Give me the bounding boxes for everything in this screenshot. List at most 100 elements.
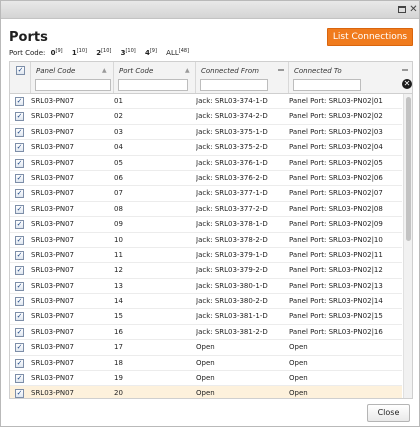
cell-panel-code: SRL03-PN07 [31,250,75,259]
table-row[interactable]: ✓ SRL03-PN07 19 Open Open [10,371,402,387]
port-code-link-2[interactable]: 2[10] [96,48,111,57]
select-all-checkbox[interactable]: ✓ [16,66,25,75]
ports-dialog: ✕ Ports List Connections Port Code: 0[9]… [0,0,420,427]
list-connections-button[interactable]: List Connections [327,28,413,46]
row-checkbox[interactable]: ✓ [15,250,24,260]
port-code-link-4[interactable]: 4[9] [145,48,157,57]
table-row[interactable]: ✓ SRL03-PN07 05 Jack: SRL03-376-1-D Panel Po… [10,156,402,171]
cell-connected-to: Panel Port: SRL03-PN02|01 [289,97,383,105]
port-code-filter-input[interactable] [118,79,188,91]
cell-panel-code: SRL03-PN07 [31,143,75,152]
vertical-scrollbar[interactable] [403,94,412,398]
row-checkbox[interactable]: ✓ [15,220,24,230]
cell-port-code: 08 [114,204,123,213]
row-checkbox[interactable]: ✓ [15,235,24,245]
table-row[interactable]: ✓ SRL03-PN07 04 Jack: SRL03-375-2-D Panel Po… [10,140,402,156]
row-checkbox[interactable]: ✓ [15,112,24,122]
row-checkbox[interactable]: ✓ [15,266,24,276]
cell-port-code: 01 [114,97,123,105]
cell-port-code: 02 [114,112,123,121]
cell-port-code: 19 [114,374,123,383]
check-icon: ✓ [15,327,24,337]
clear-filter-icon[interactable]: ✕ [402,79,412,89]
cell-port-code: 07 [114,189,123,198]
row-checkbox[interactable]: ✓ [15,143,24,153]
cell-panel-code: SRL03-PN07 [31,189,75,198]
column-menu-icon[interactable] [402,69,408,71]
dialog-titlebar[interactable]: ✕ [1,1,419,19]
row-checkbox[interactable]: ✓ [15,281,24,291]
header-connected-from[interactable]: Connected From [196,62,289,93]
table-row[interactable]: ✓ SRL03-PN07 13 Jack: SRL03-380-1-D Panel Po… [10,279,402,295]
column-menu-icon[interactable] [278,69,284,71]
check-icon: ✓ [15,127,24,137]
check-icon: ✓ [15,143,24,153]
table-row[interactable]: ✓ SRL03-PN07 15 Jack: SRL03-381-1-D Panel Po… [10,309,402,325]
cell-connected-from: Open [196,358,215,367]
table-row[interactable]: ✓ SRL03-PN07 02 Jack: SRL03-374-2-D Panel Po… [10,109,402,125]
row-checkbox[interactable]: ✓ [15,204,24,214]
cell-panel-code: SRL03-PN07 [31,97,75,105]
cell-connected-to: Open [289,358,308,367]
table-row[interactable]: ✓ SRL03-PN07 11 Jack: SRL03-379-1-D Panel Po… [10,248,402,264]
table-row[interactable]: ✓ SRL03-PN07 20 Open Open [10,386,402,398]
row-checkbox[interactable]: ✓ [15,97,24,106]
grid-body: ✓ SRL03-PN07 01 Jack: SRL03-374-1-D Panel Po… [10,94,402,398]
table-row[interactable]: ✓ SRL03-PN07 14 Jack: SRL03-380-2-D Panel Po… [10,294,402,310]
cell-panel-code: SRL03-PN07 [31,312,75,321]
row-checkbox[interactable]: ✓ [15,297,24,307]
table-row[interactable]: ✓ SRL03-PN07 03 Jack: SRL03-375-1-D Panel Po… [10,125,402,141]
row-checkbox[interactable]: ✓ [15,158,24,168]
port-code-link-1[interactable]: 1[10] [72,48,87,57]
check-icon: ✓ [15,158,24,168]
cell-panel-code: SRL03-PN07 [31,158,75,167]
port-code-filter-bar: Port Code: 0[9] 1[10] 2[10] 3[10] 4[9] A… [9,48,196,57]
header-panel-code[interactable]: Panel Code ▲ [31,62,114,93]
row-checkbox[interactable]: ✓ [15,127,24,137]
row-checkbox[interactable]: ✓ [15,374,24,384]
table-row[interactable]: ✓ SRL03-PN07 17 Open Open [10,340,402,356]
close-icon[interactable]: ✕ [408,4,419,15]
sort-asc-icon[interactable]: ▲ [102,67,107,74]
cell-port-code: 14 [114,297,123,306]
table-row[interactable]: ✓ SRL03-PN07 01 Jack: SRL03-374-1-D Panel Po… [10,94,402,110]
row-checkbox[interactable]: ✓ [15,358,24,368]
close-button[interactable]: Close [367,404,410,422]
row-checkbox[interactable]: ✓ [15,189,24,199]
cell-connected-to: Panel Port: SRL03-PN02|12 [289,266,383,275]
cell-port-code: 20 [114,389,123,398]
table-row[interactable]: ✓ SRL03-PN07 09 Jack: SRL03-378-1-D Panel Po… [10,217,402,233]
panel-code-filter-input[interactable] [35,79,111,91]
port-code-link-0[interactable]: 0[9] [51,48,63,57]
header-port-code[interactable]: Port Code ▲ [114,62,196,93]
cell-connected-from: Jack: SRL03-375-2-D [196,143,268,152]
sort-asc-icon[interactable]: ▲ [185,67,190,74]
cell-port-code: 09 [114,220,123,229]
port-code-link-all[interactable]: ALL[48] [166,48,189,57]
check-icon: ✓ [15,343,24,353]
row-checkbox[interactable]: ✓ [15,389,24,398]
cell-port-code: 13 [114,281,123,290]
row-checkbox[interactable]: ✓ [15,173,24,183]
connected-from-filter-input[interactable] [200,79,268,91]
table-row[interactable]: ✓ SRL03-PN07 12 Jack: SRL03-379-2-D Panel Po… [10,263,402,279]
row-checkbox[interactable]: ✓ [15,312,24,322]
row-checkbox[interactable]: ✓ [15,343,24,353]
table-row[interactable]: ✓ SRL03-PN07 18 Open Open [10,356,402,372]
scrollbar-thumb[interactable] [406,97,411,241]
table-row[interactable]: ✓ SRL03-PN07 10 Jack: SRL03-378-2-D Panel Po… [10,233,402,248]
maximize-icon[interactable] [396,4,407,15]
cell-connected-to: Panel Port: SRL03-PN02|13 [289,281,383,290]
row-checkbox[interactable]: ✓ [15,327,24,337]
cell-panel-code: SRL03-PN07 [31,343,75,352]
header-connected-to[interactable]: Connected To [289,62,412,93]
table-row[interactable]: ✓ SRL03-PN07 08 Jack: SRL03-377-2-D Panel Po… [10,202,402,218]
connected-to-filter-input[interactable] [293,79,361,91]
port-code-link-3[interactable]: 3[10] [121,48,136,57]
cell-connected-to: Open [289,389,308,398]
table-row[interactable]: ✓ SRL03-PN07 06 Jack: SRL03-376-2-D Panel Po… [10,171,402,187]
table-row[interactable]: ✓ SRL03-PN07 07 Jack: SRL03-377-1-D Panel Po… [10,186,402,202]
check-icon: ✓ [15,312,24,322]
table-row[interactable]: ✓ SRL03-PN07 16 Jack: SRL03-381-2-D Panel Po… [10,325,402,341]
cell-port-code: 10 [114,235,123,244]
